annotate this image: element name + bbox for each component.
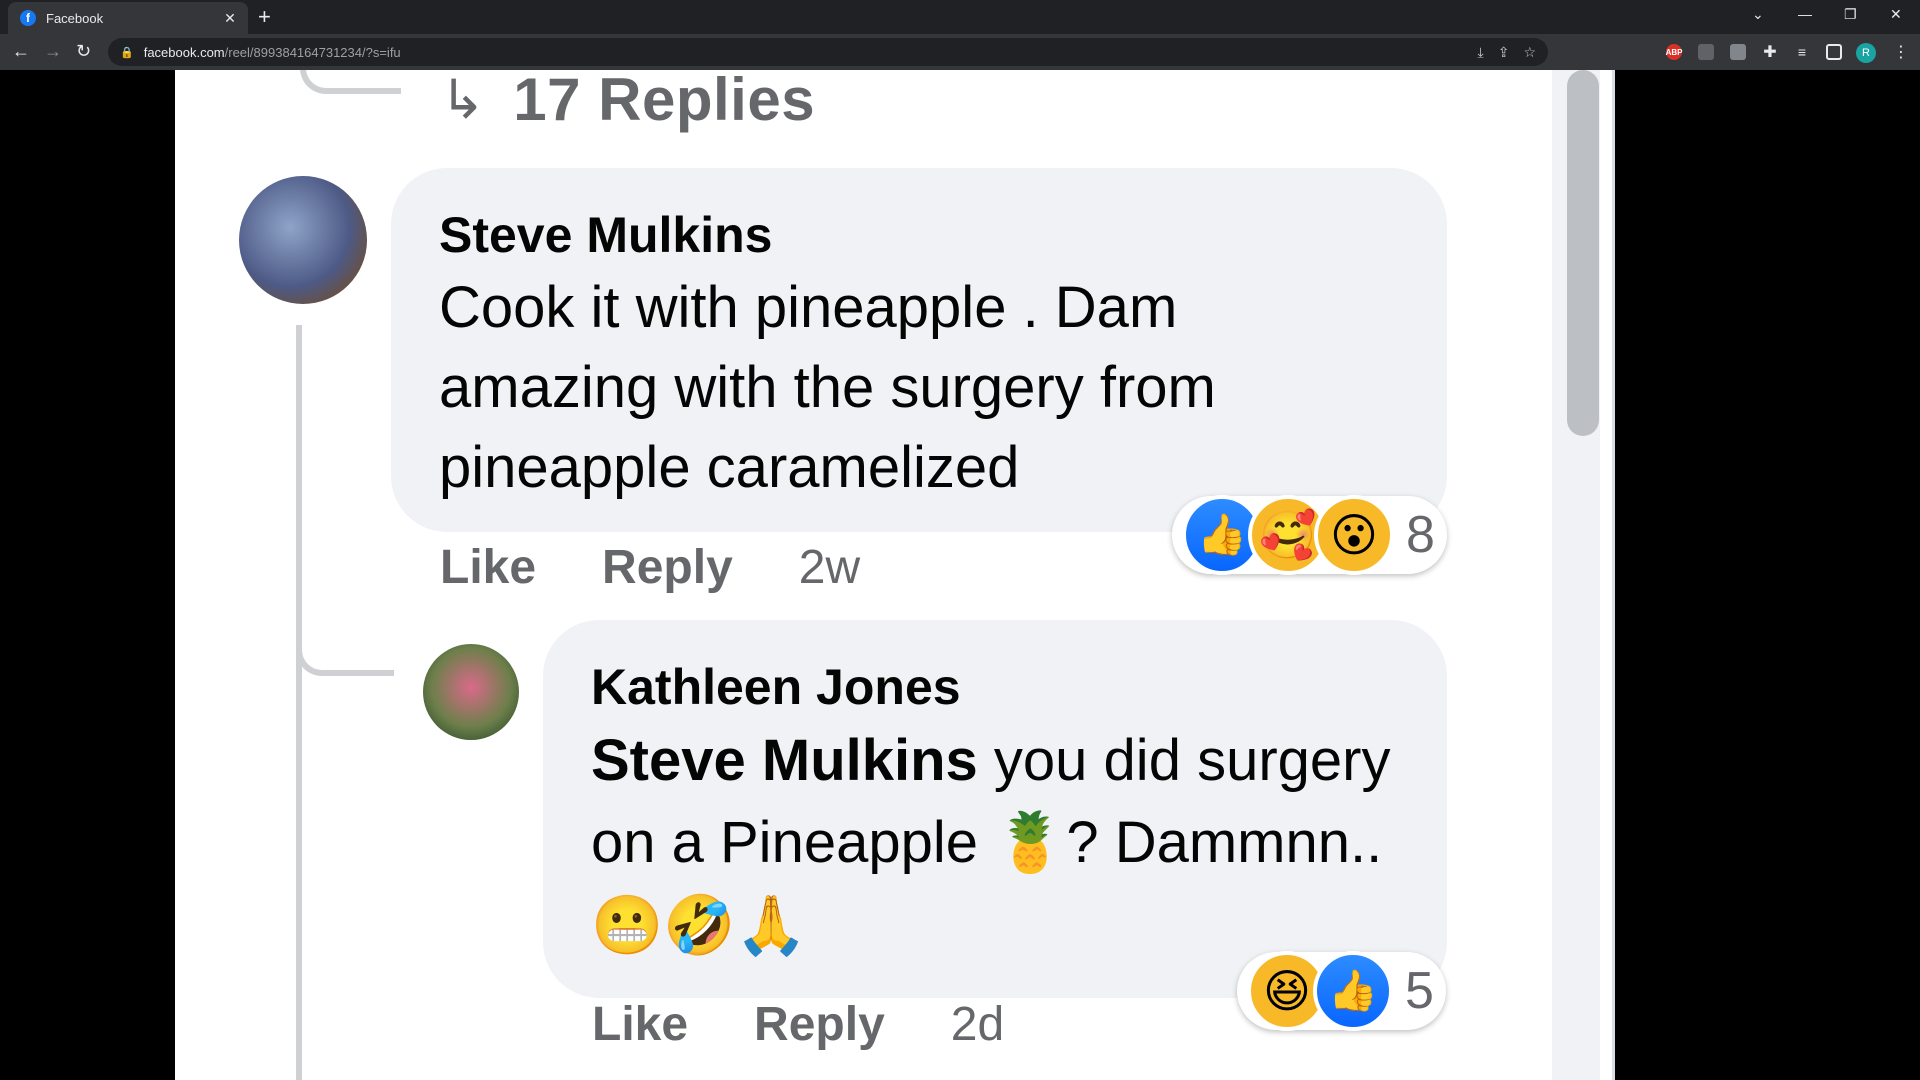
extensions-puzzle-icon[interactable]: ✚	[1762, 44, 1778, 61]
avatar[interactable]	[423, 644, 519, 740]
address-bar[interactable]: 🔒 facebook.com/reel/899384164731234/?s=i…	[108, 38, 1548, 66]
side-panel-icon[interactable]	[1826, 44, 1842, 60]
minimize-icon[interactable]: —	[1798, 6, 1812, 22]
comment-text-line: on a Pineapple 🍍? Dammnn..	[591, 810, 1383, 875]
thread-line	[296, 325, 302, 1080]
comment-author[interactable]: Kathleen Jones	[591, 658, 961, 716]
install-icon[interactable]: ⤓	[1478, 44, 1484, 61]
comment-timestamp[interactable]: 2w	[799, 540, 860, 595]
lock-icon: 🔒	[120, 46, 134, 59]
url-path: /reel/899384164731234/?s=ifu	[224, 44, 401, 60]
comment-text-line: Cook it with pineapple . Dam	[439, 275, 1178, 340]
panel-divider	[1612, 70, 1615, 1080]
comment-text: Cook it with pineapple . Dam amazing wit…	[439, 268, 1216, 508]
reply-button[interactable]: Reply	[602, 540, 733, 595]
tab-strip: f Facebook ✕ + ⌄ — ❐ ✕	[0, 0, 1920, 34]
like-icon: 👍	[1313, 951, 1393, 1031]
reaction-summary[interactable]: 👍 🥰 😮 8	[1172, 495, 1447, 575]
new-tab-icon[interactable]: +	[258, 6, 271, 28]
like-button[interactable]: Like	[440, 540, 536, 595]
scrollbar-thumb[interactable]	[1567, 70, 1599, 436]
comment-text-line: Steve Mulkins you did surgery	[591, 720, 1390, 802]
comment-author[interactable]: Steve Mulkins	[439, 206, 772, 264]
browser-toolbar: ← → ↻ 🔒 facebook.com/reel/89938416473123…	[0, 34, 1920, 70]
reload-icon[interactable]: ↻	[76, 42, 91, 60]
comment-actions: Like Reply 2w	[440, 540, 860, 595]
reply-button[interactable]: Reply	[754, 997, 885, 1052]
replies-count-label: 17 Replies	[513, 70, 816, 133]
comment-text-line: pineapple caramelized	[439, 435, 1020, 500]
comment-text-fragment: you did surgery	[977, 728, 1391, 793]
mention-link[interactable]: Steve Mulkins	[591, 728, 978, 793]
media-control-icon[interactable]: ≡	[1794, 44, 1810, 60]
back-icon[interactable]: ←	[12, 42, 30, 60]
wow-icon: 😮	[1314, 495, 1394, 575]
comment-text-line: amazing with the surgery from	[439, 355, 1216, 420]
comment-text: Steve Mulkins you did surgery on a Pinea…	[591, 720, 1390, 966]
window-close-icon[interactable]: ✕	[1890, 6, 1902, 23]
reaction-count: 8	[1406, 506, 1435, 564]
tab-title: Facebook	[46, 10, 104, 26]
reply-arrow-icon: ↳	[440, 70, 486, 130]
page-viewport: ↳ 17 Replies Steve Mulkins Cook it with …	[0, 70, 1920, 1080]
comments-panel: ↳ 17 Replies Steve Mulkins Cook it with …	[175, 70, 1615, 1080]
browser-menu-icon[interactable]: ⋮	[1893, 42, 1909, 62]
share-icon[interactable]: ⇪	[1498, 44, 1510, 61]
restore-icon[interactable]: ❐	[1844, 6, 1857, 23]
reaction-summary[interactable]: 😆 👍 5	[1237, 951, 1446, 1031]
parent-thread-connector	[300, 70, 401, 94]
reaction-count: 5	[1405, 962, 1434, 1020]
url-domain: facebook.com	[143, 44, 225, 60]
reply-thread-connector	[296, 630, 394, 676]
bookmark-star-icon[interactable]: ☆	[1523, 44, 1536, 61]
comment-actions: Like Reply 2d	[592, 997, 1004, 1052]
browser-tab[interactable]: f Facebook ✕	[8, 2, 248, 34]
facebook-favicon-icon: f	[20, 10, 36, 26]
comment-bubble: Steve Mulkins Cook it with pineapple . D…	[391, 168, 1447, 532]
view-replies-link[interactable]: ↳ 17 Replies	[440, 70, 815, 134]
forward-icon[interactable]: →	[44, 42, 62, 60]
avatar[interactable]	[239, 176, 367, 304]
adblock-extension-icon[interactable]: ABP	[1666, 44, 1682, 60]
extension-icon-3[interactable]	[1730, 44, 1746, 60]
extension-icon-2[interactable]	[1698, 44, 1714, 60]
comment-timestamp[interactable]: 2d	[951, 997, 1004, 1052]
tab-search-icon[interactable]: ⌄	[1752, 6, 1764, 23]
like-button[interactable]: Like	[592, 997, 688, 1052]
profile-avatar[interactable]: R	[1856, 43, 1876, 63]
reply-bubble: Kathleen Jones Steve Mulkins you did sur…	[543, 620, 1447, 998]
tab-close-icon[interactable]: ✕	[220, 10, 240, 27]
